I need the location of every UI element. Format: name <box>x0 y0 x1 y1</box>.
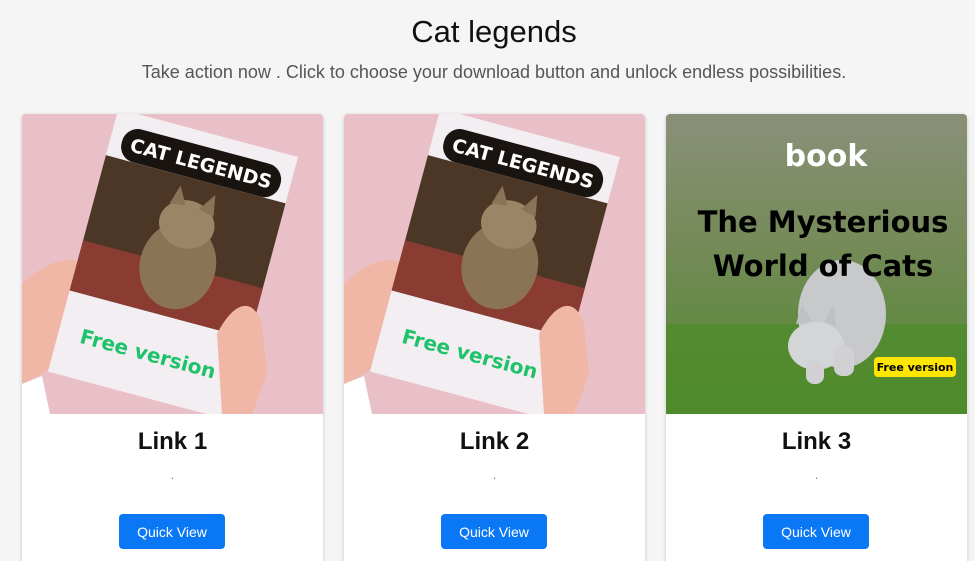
card-description-1: . <box>170 468 175 482</box>
book-cover-image-3[interactable]: book The Mysterious World of Cats Free v… <box>666 114 967 414</box>
product-card-3: book The Mysterious World of Cats Free v… <box>666 114 967 561</box>
cover-badge-text-3: Free version <box>877 361 954 374</box>
card-description-3: . <box>814 468 819 482</box>
page-subtitle: Take action now . Click to choose your d… <box>141 62 847 82</box>
cover-top-text-3: book <box>785 139 869 174</box>
cover-title-line1-3: The Mysterious <box>698 205 949 239</box>
cover-title-line2-3: World of Cats <box>713 249 934 283</box>
card-title-2: Link 2 <box>459 428 530 455</box>
quick-view-button-2[interactable]: Quick View <box>441 514 547 549</box>
quick-view-button-1[interactable]: Quick View <box>119 514 225 549</box>
product-card-2: CAT LEGENDS Free version Link 2 . Quick … <box>344 114 645 561</box>
card-description-2: . <box>492 468 497 482</box>
quick-view-button-3[interactable]: Quick View <box>763 514 869 549</box>
page: Cat legends Take action now . Click to c… <box>0 0 975 561</box>
card-title-3: Link 3 <box>781 428 852 455</box>
book-cover-image-2[interactable]: CAT LEGENDS Free version <box>344 114 645 414</box>
card-title-1: Link 1 <box>137 428 208 455</box>
product-card-1: CAT LEGENDS Free version Link 1 . Quick … <box>22 114 323 561</box>
book-cover-image-1[interactable]: CAT LEGENDS Free version <box>22 114 323 414</box>
page-title: Cat legends <box>411 14 577 49</box>
